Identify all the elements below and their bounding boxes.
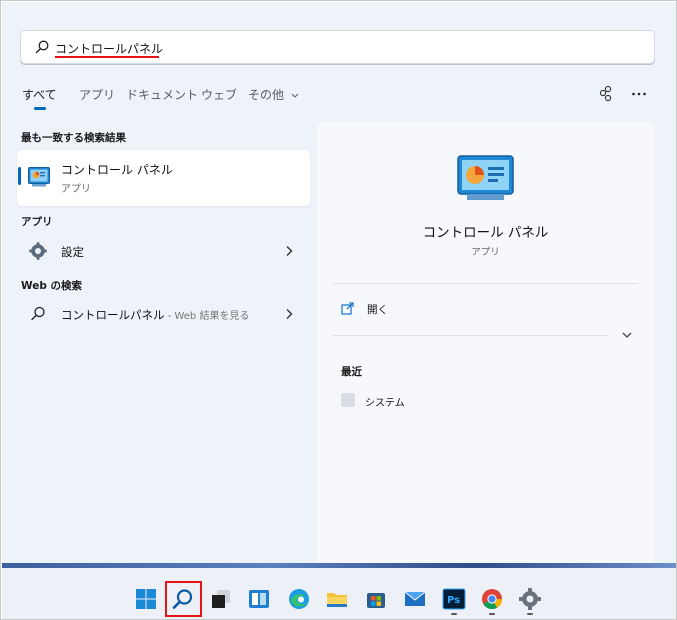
web-result-suffix: - Web 結果を見る: [164, 311, 250, 322]
tab-apps[interactable]: アプリ: [79, 86, 115, 103]
best-match-result[interactable]: コントロール パネル アプリ: [17, 150, 310, 206]
windows-start-icon[interactable]: [134, 587, 158, 611]
share-network-icon[interactable]: [597, 85, 615, 103]
best-match-heading: 最も一致する検索結果: [21, 132, 126, 144]
chevron-right-icon: [286, 309, 293, 319]
active-tab-indicator: [34, 107, 46, 110]
tab-more-label: その他: [248, 88, 285, 102]
photoshop-icon[interactable]: Ps: [442, 587, 466, 611]
query-underline: [55, 56, 159, 58]
control-panel-icon: [28, 167, 50, 187]
system-icon: [341, 393, 355, 407]
divider: [333, 283, 638, 284]
store-icon[interactable]: [364, 587, 388, 611]
chevron-down-icon: [291, 93, 299, 98]
open-external-icon: [341, 302, 354, 315]
search-input[interactable]: コントロールパネル: [20, 30, 655, 64]
file-explorer-icon[interactable]: [325, 587, 349, 611]
task-view-icon[interactable]: [209, 587, 233, 611]
web-result-label: コントロールパネル - Web 結果を見る: [61, 307, 249, 323]
mail-icon[interactable]: [403, 587, 427, 611]
tab-all[interactable]: すべて: [22, 86, 57, 103]
web-result-query: コントロールパネル: [61, 308, 165, 322]
open-label: 開く: [367, 304, 388, 316]
tab-more[interactable]: その他: [248, 86, 299, 103]
apps-heading: アプリ: [21, 216, 53, 228]
highlight-box: [165, 581, 202, 617]
settings-label: 設定: [61, 245, 84, 259]
detail-subtitle: アプリ: [471, 247, 500, 258]
chevron-right-icon: [286, 246, 293, 256]
search-icon: [31, 306, 45, 321]
tab-documents[interactable]: ドキュメント: [126, 86, 198, 103]
app-result-settings[interactable]: 設定: [17, 235, 310, 267]
settings-icon[interactable]: [518, 587, 542, 611]
tab-web[interactable]: ウェブ: [201, 86, 237, 103]
search-icon: [35, 40, 49, 54]
running-indicator: [489, 613, 495, 615]
best-match-title: コントロール パネル: [61, 163, 173, 177]
chevron-down-icon[interactable]: [621, 330, 633, 340]
recent-heading: 最近: [341, 366, 362, 378]
web-search-heading: Web の検索: [21, 280, 83, 292]
selection-bar: [18, 167, 21, 185]
divider: [333, 335, 609, 336]
gear-icon: [29, 242, 47, 260]
result-detail-pane: コントロール パネル アプリ 開く 最近 システム: [317, 122, 654, 568]
recent-item-label: システム: [365, 398, 405, 409]
running-indicator: [527, 613, 533, 615]
detail-title: コントロール パネル: [422, 225, 549, 241]
svg-text:Ps: Ps: [447, 595, 460, 606]
edge-icon[interactable]: [287, 587, 311, 611]
running-indicator: [451, 613, 457, 615]
more-options-icon[interactable]: [630, 85, 648, 103]
search-query: コントロールパネル: [55, 42, 164, 56]
widgets-icon[interactable]: [247, 587, 271, 611]
best-match-subtitle: アプリ: [61, 184, 91, 195]
chrome-icon[interactable]: [480, 587, 504, 611]
control-panel-icon: [457, 155, 514, 200]
screenshot-frame: コントロールパネル すべて アプリ ドキュメント ウェブ その他 最も一致する検…: [0, 0, 677, 620]
web-result-control-panel[interactable]: コントロールパネル - Web 結果を見る: [17, 298, 310, 330]
